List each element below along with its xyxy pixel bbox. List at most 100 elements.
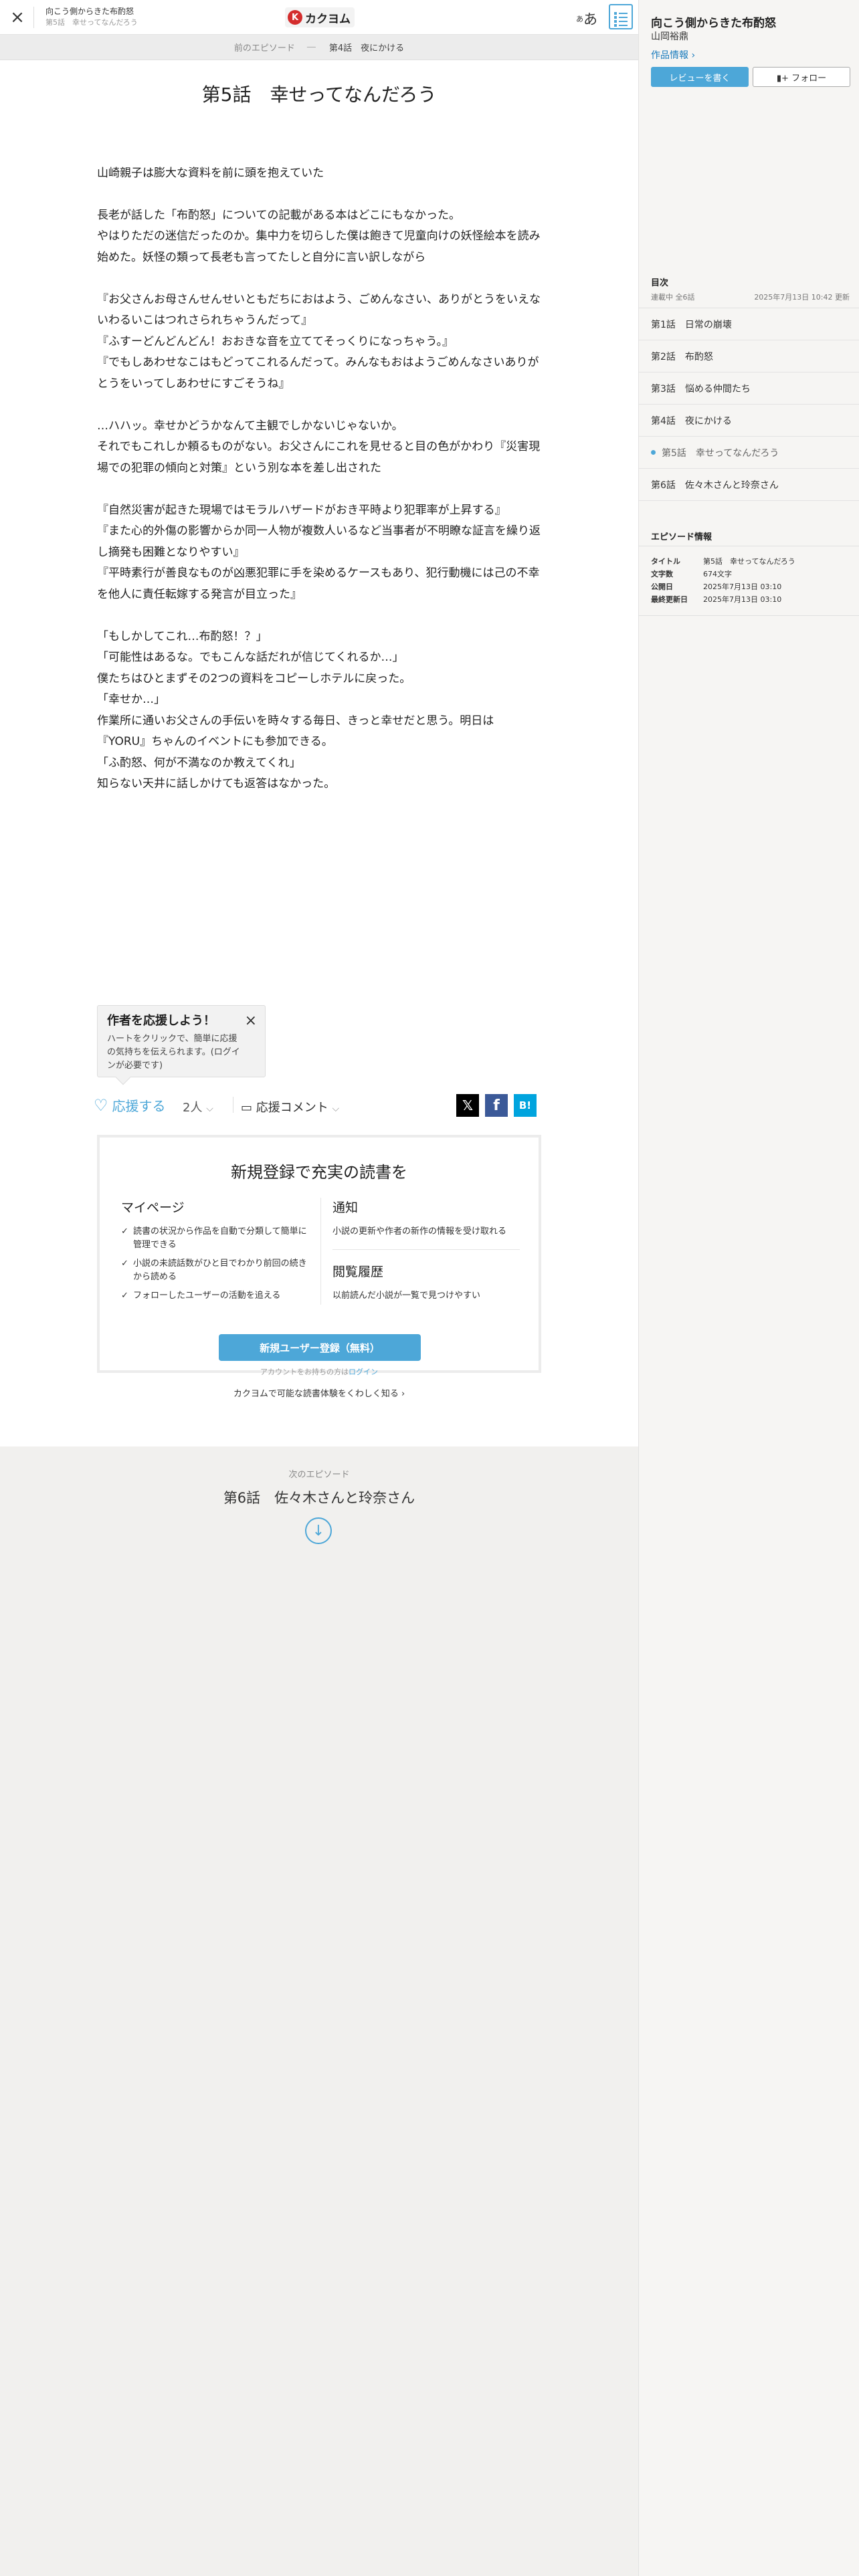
toc-item-episode-3[interactable]: 第3話 悩める仲間たち [639, 372, 859, 405]
toc-item-episode-5[interactable]: 第5話 幸せってなんだろう [639, 437, 859, 469]
body-paragraph: 『でもしあわせなこはもどってこれるんだって。みんなもおはようごめんなさいありがと… [97, 356, 539, 391]
body-paragraph: 「幸せか…」 [97, 693, 165, 706]
toc-line [614, 12, 628, 15]
comment-icon: ▭ [241, 1101, 253, 1115]
next-episode-title[interactable]: 第6話 佐々木さんと玲奈さん [0, 1487, 638, 1507]
cheer-count-toggle[interactable]: 2人 ⌵ [183, 1098, 213, 1115]
body-paragraph: 「ふ酌怒、何が不満なのか教えてくれ」 [97, 756, 301, 770]
write-review-button[interactable]: レビューを書く [651, 67, 749, 87]
episode-info-key: 公開日 [651, 582, 673, 591]
header-divider [33, 7, 34, 28]
cheer-comment-toggle[interactable]: ▭ 応援コメント ⌵ [241, 1098, 339, 1115]
chevron-down-icon: ⌵ [206, 1103, 213, 1114]
serial-status: 連載中 全6話 [651, 293, 695, 302]
toc-item-label: 第3話 悩める仲間たち [651, 383, 751, 395]
toc-line [614, 20, 628, 23]
previous-episode-nav[interactable]: 前のエピソード ― 第4話 夜にかける [0, 35, 638, 60]
toc-line [614, 16, 628, 19]
top-header: × 向こう側からきた布酌怒 第5話 幸せってなんだろう K カクヨム あ あ [0, 0, 638, 35]
last-updated: 2025年7月13日 10:42 更新 [754, 293, 850, 302]
sidebar: 向こう側からきた布酌怒 山岡裕鼎 作品情報 › レビューを書く ▮+ フォロー … [638, 0, 859, 2576]
toc-list-icon[interactable] [609, 4, 633, 29]
logo-text: カクヨム [305, 12, 351, 26]
header-work-title[interactable]: 向こう側からきた布酌怒 [45, 6, 134, 17]
learn-more-link[interactable]: カクヨムで可能な読書体験をくわしく知る › [100, 1386, 539, 1399]
toc-item-label: 第5話 幸せってなんだろう [662, 447, 779, 459]
history-desc: 以前読んだ小説が一覧で見つけやすい [332, 1291, 481, 1301]
body-paragraph: 『お父さんお母さんせんせいともだちにおはよう、ごめんなさい、ありがとうをいえない… [97, 292, 541, 328]
episode-info-table: タイトル 第5話 幸せってなんだろう 文字数 674文字 公開日 2025年7月13日 0… [639, 546, 859, 607]
body-paragraph [97, 142, 541, 163]
work-info-link[interactable]: 作品情報 › [651, 48, 695, 62]
font-size-button[interactable]: あ あ [575, 7, 598, 28]
register-title: 新規登録で充実の読書を [231, 1163, 407, 1182]
x-share-icon[interactable]: 𝕏 [456, 1094, 479, 1117]
mypage-feature-item: 読書の状況から作品を自動で分類して簡単に管理できる [121, 1225, 308, 1252]
register-button[interactable]: 新規ユーザー登録（無料） [219, 1334, 421, 1361]
episode-info-row: 最終更新日 2025年7月13日 03:10 [651, 594, 847, 607]
toc-item-episode-4[interactable]: 第4話 夜にかける [639, 405, 859, 437]
current-dot-icon [651, 450, 656, 455]
episode-title: 第5話 幸せってなんだろう [201, 84, 437, 106]
next-episode-label: 次のエピソード [288, 1470, 350, 1480]
episode-info-heading: エピソード情報 [651, 532, 712, 542]
kakuyomu-logo[interactable]: K カクヨム [285, 7, 355, 27]
toc-item-label: 第6話 佐々木さんと玲奈さん [651, 479, 779, 491]
body-paragraph [97, 605, 541, 627]
close-icon[interactable]: × [8, 7, 27, 27]
toc-heading: 目次 [651, 278, 669, 288]
mypage-feature-item: フォローしたユーザーの活動を追える [121, 1289, 308, 1303]
body-paragraph [97, 184, 541, 205]
toc-item-label: 第2話 布酌怒 [651, 351, 713, 362]
header-episode-subtitle: 第5話 幸せってなんだろう [45, 18, 138, 27]
toc-item-episode-2[interactable]: 第2話 布酌怒 [639, 340, 859, 372]
notify-desc: 小説の更新や作者の新作の情報を受け取れる [332, 1226, 507, 1237]
body-paragraph: 作業所に通いお父さんの手伝いを時々する毎日、きっと幸せだと思う。明日は『YORU… [97, 714, 494, 749]
cheer-popup-text: ハートをクリックで、簡単に応援の気持ちを伝えられます。(ログインが必要です) [107, 1034, 240, 1071]
notify-title: 通知 [332, 1200, 359, 1215]
body-paragraph: やはりただの迷信だったのか。集中力を切らした僕は飽きて児童向けの妖怪絵本を読み始… [97, 229, 541, 264]
font-small-glyph: あ [576, 15, 583, 23]
episode-info-value: 第5話 幸せってなんだろう [703, 557, 795, 566]
mypage-feature-list: 読書の状況から作品を自動で分類して簡単に管理できる小説の未読話数がひと目でわかり… [121, 1225, 308, 1303]
episode-info-row: タイトル 第5話 幸せってなんだろう [651, 556, 847, 568]
arrow-down-icon[interactable]: ↓ [305, 1517, 332, 1544]
body-paragraph: それでもこれしか頼るものがない。お父さんにこれを見せると目の色がかわり『災害現場… [97, 440, 541, 475]
toc-item-episode-1[interactable]: 第1話 日常の崩壊 [639, 308, 859, 340]
prev-episode-label: 前のエピソード [233, 43, 295, 53]
body-paragraph [97, 395, 541, 416]
episode-info-value: 674文字 [703, 570, 732, 578]
divider [320, 1198, 321, 1305]
toc-item-episode-6[interactable]: 第6話 佐々木さんと玲奈さん [639, 469, 859, 501]
mypage-section: マイページ 読書の状況から作品を自動で分類して簡単に管理できる小説の未読話数がひ… [121, 1198, 308, 1308]
episode-info-row: 公開日 2025年7月13日 03:10 [651, 581, 847, 594]
sidebar-work-title[interactable]: 向こう側からきた布酌怒 [651, 13, 776, 30]
divider [332, 1249, 520, 1250]
episode-info-row: 文字数 674文字 [651, 568, 847, 581]
toc-item-label: 第4話 夜にかける [651, 415, 732, 427]
notify-section: 通知 小説の更新や作者の新作の情報を受け取れる 閲覧履歴 以前読んだ小説が一覧で… [332, 1198, 520, 1303]
body-paragraph: …ハハッ。幸せかどうかなんて主観でしかないじゃないか。 [97, 419, 403, 433]
login-prompt: アカウントをお持ちの方はログイン [100, 1366, 539, 1377]
cheer-button[interactable]: ♡ 応援する [94, 1095, 166, 1115]
prev-episode-title[interactable]: 第4話 夜にかける [329, 41, 404, 53]
body-paragraph: 「もしかしてこれ…布酌怒！？」 [97, 629, 268, 643]
follow-button[interactable]: ▮+ フォロー [753, 67, 850, 87]
prev-separator: ― [306, 42, 317, 52]
body-paragraph: 山崎親子は膨大な資料を前に頭を抱えていた [97, 166, 324, 180]
sidebar-author[interactable]: 山岡裕鼎 [651, 29, 688, 43]
toc-list: 第1話 日常の崩壊第2話 布酌怒第3話 悩める仲間たち 第4話 夜にかける第5話 … [639, 308, 859, 501]
login-link[interactable]: ログイン [349, 1368, 378, 1376]
history-title: 閲覧履歴 [332, 1265, 384, 1279]
chevron-down-icon: ⌵ [332, 1103, 340, 1114]
hatena-bookmark-icon[interactable]: B! [514, 1094, 537, 1117]
cheer-popup: 作者を応援しよう！ ハートをクリックで、簡単に応援の気持ちを伝えられます。(ログ… [97, 1005, 266, 1085]
body-paragraph: 「可能性はあるな。でもこんな話だれが信じてくれるか…」 [97, 651, 404, 664]
facebook-share-icon[interactable]: f [485, 1094, 508, 1117]
body-paragraph: 『また心的外傷の影響からか同一人物が複数人いるなど当事者が不明瞭な証言を繰り返し… [97, 524, 541, 559]
body-paragraph: 知らない天井に話しかけても返答はなかった。 [97, 777, 336, 790]
body-paragraph: 長老が話した「布酌怒」についての記載がある本はどこにもなかった。 [97, 208, 460, 222]
cheer-popup-title: 作者を応援しよう！ [107, 1014, 215, 1028]
close-icon[interactable]: × [245, 1012, 257, 1029]
toc-line [614, 24, 628, 27]
